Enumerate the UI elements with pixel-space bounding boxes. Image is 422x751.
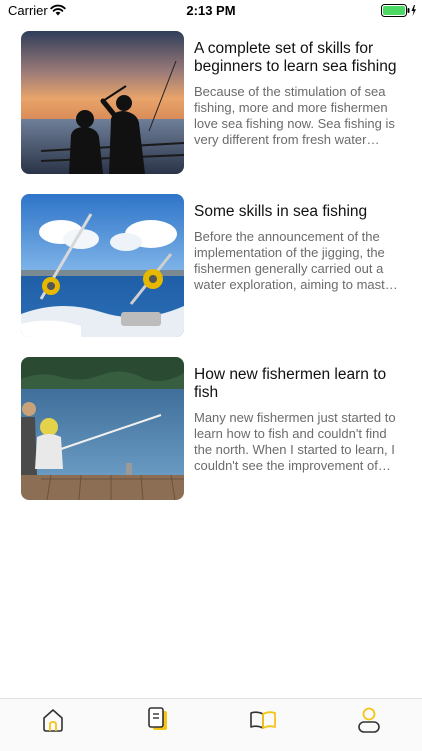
article-thumbnail[interactable] <box>21 31 184 174</box>
notes-icon <box>148 707 167 730</box>
article-card[interactable]: Some skills in sea fishing Before the an… <box>21 194 406 338</box>
article-thumbnail[interactable] <box>21 357 184 500</box>
article-card[interactable]: A complete set of skills for beginners t… <box>21 31 406 175</box>
home-icon <box>43 709 63 732</box>
tab-library[interactable] <box>243 705 283 745</box>
tab-home[interactable] <box>33 705 73 745</box>
article-title[interactable]: Some skills in sea fishing <box>194 203 406 221</box>
book-icon <box>250 711 276 729</box>
article-thumbnail[interactable] <box>21 194 184 337</box>
tab-bar <box>0 698 422 751</box>
child-fishing-dock-image <box>21 357 184 500</box>
status-bar: Carrier 2:13 PM <box>0 0 422 22</box>
article-excerpt: Because of the stimulation of sea fishin… <box>194 84 395 147</box>
article-title[interactable]: How new fishermen learn to fish <box>194 366 406 402</box>
boat-fishing-rods-image <box>21 194 184 337</box>
article-excerpt: Many new fishermen just started to learn… <box>194 410 396 473</box>
clock: 2:13 PM <box>186 3 236 18</box>
sunset-fishermen-image <box>21 31 184 174</box>
article-excerpt: Before the announcement of the implement… <box>194 229 397 292</box>
tab-notes[interactable] <box>138 705 178 745</box>
battery-icon <box>381 4 416 17</box>
profile-icon <box>358 707 380 733</box>
tab-profile[interactable] <box>349 705 389 745</box>
article-title[interactable]: A complete set of skills for beginners t… <box>194 40 406 76</box>
article-card[interactable]: How new fishermen learn to fish Many new… <box>21 357 406 501</box>
